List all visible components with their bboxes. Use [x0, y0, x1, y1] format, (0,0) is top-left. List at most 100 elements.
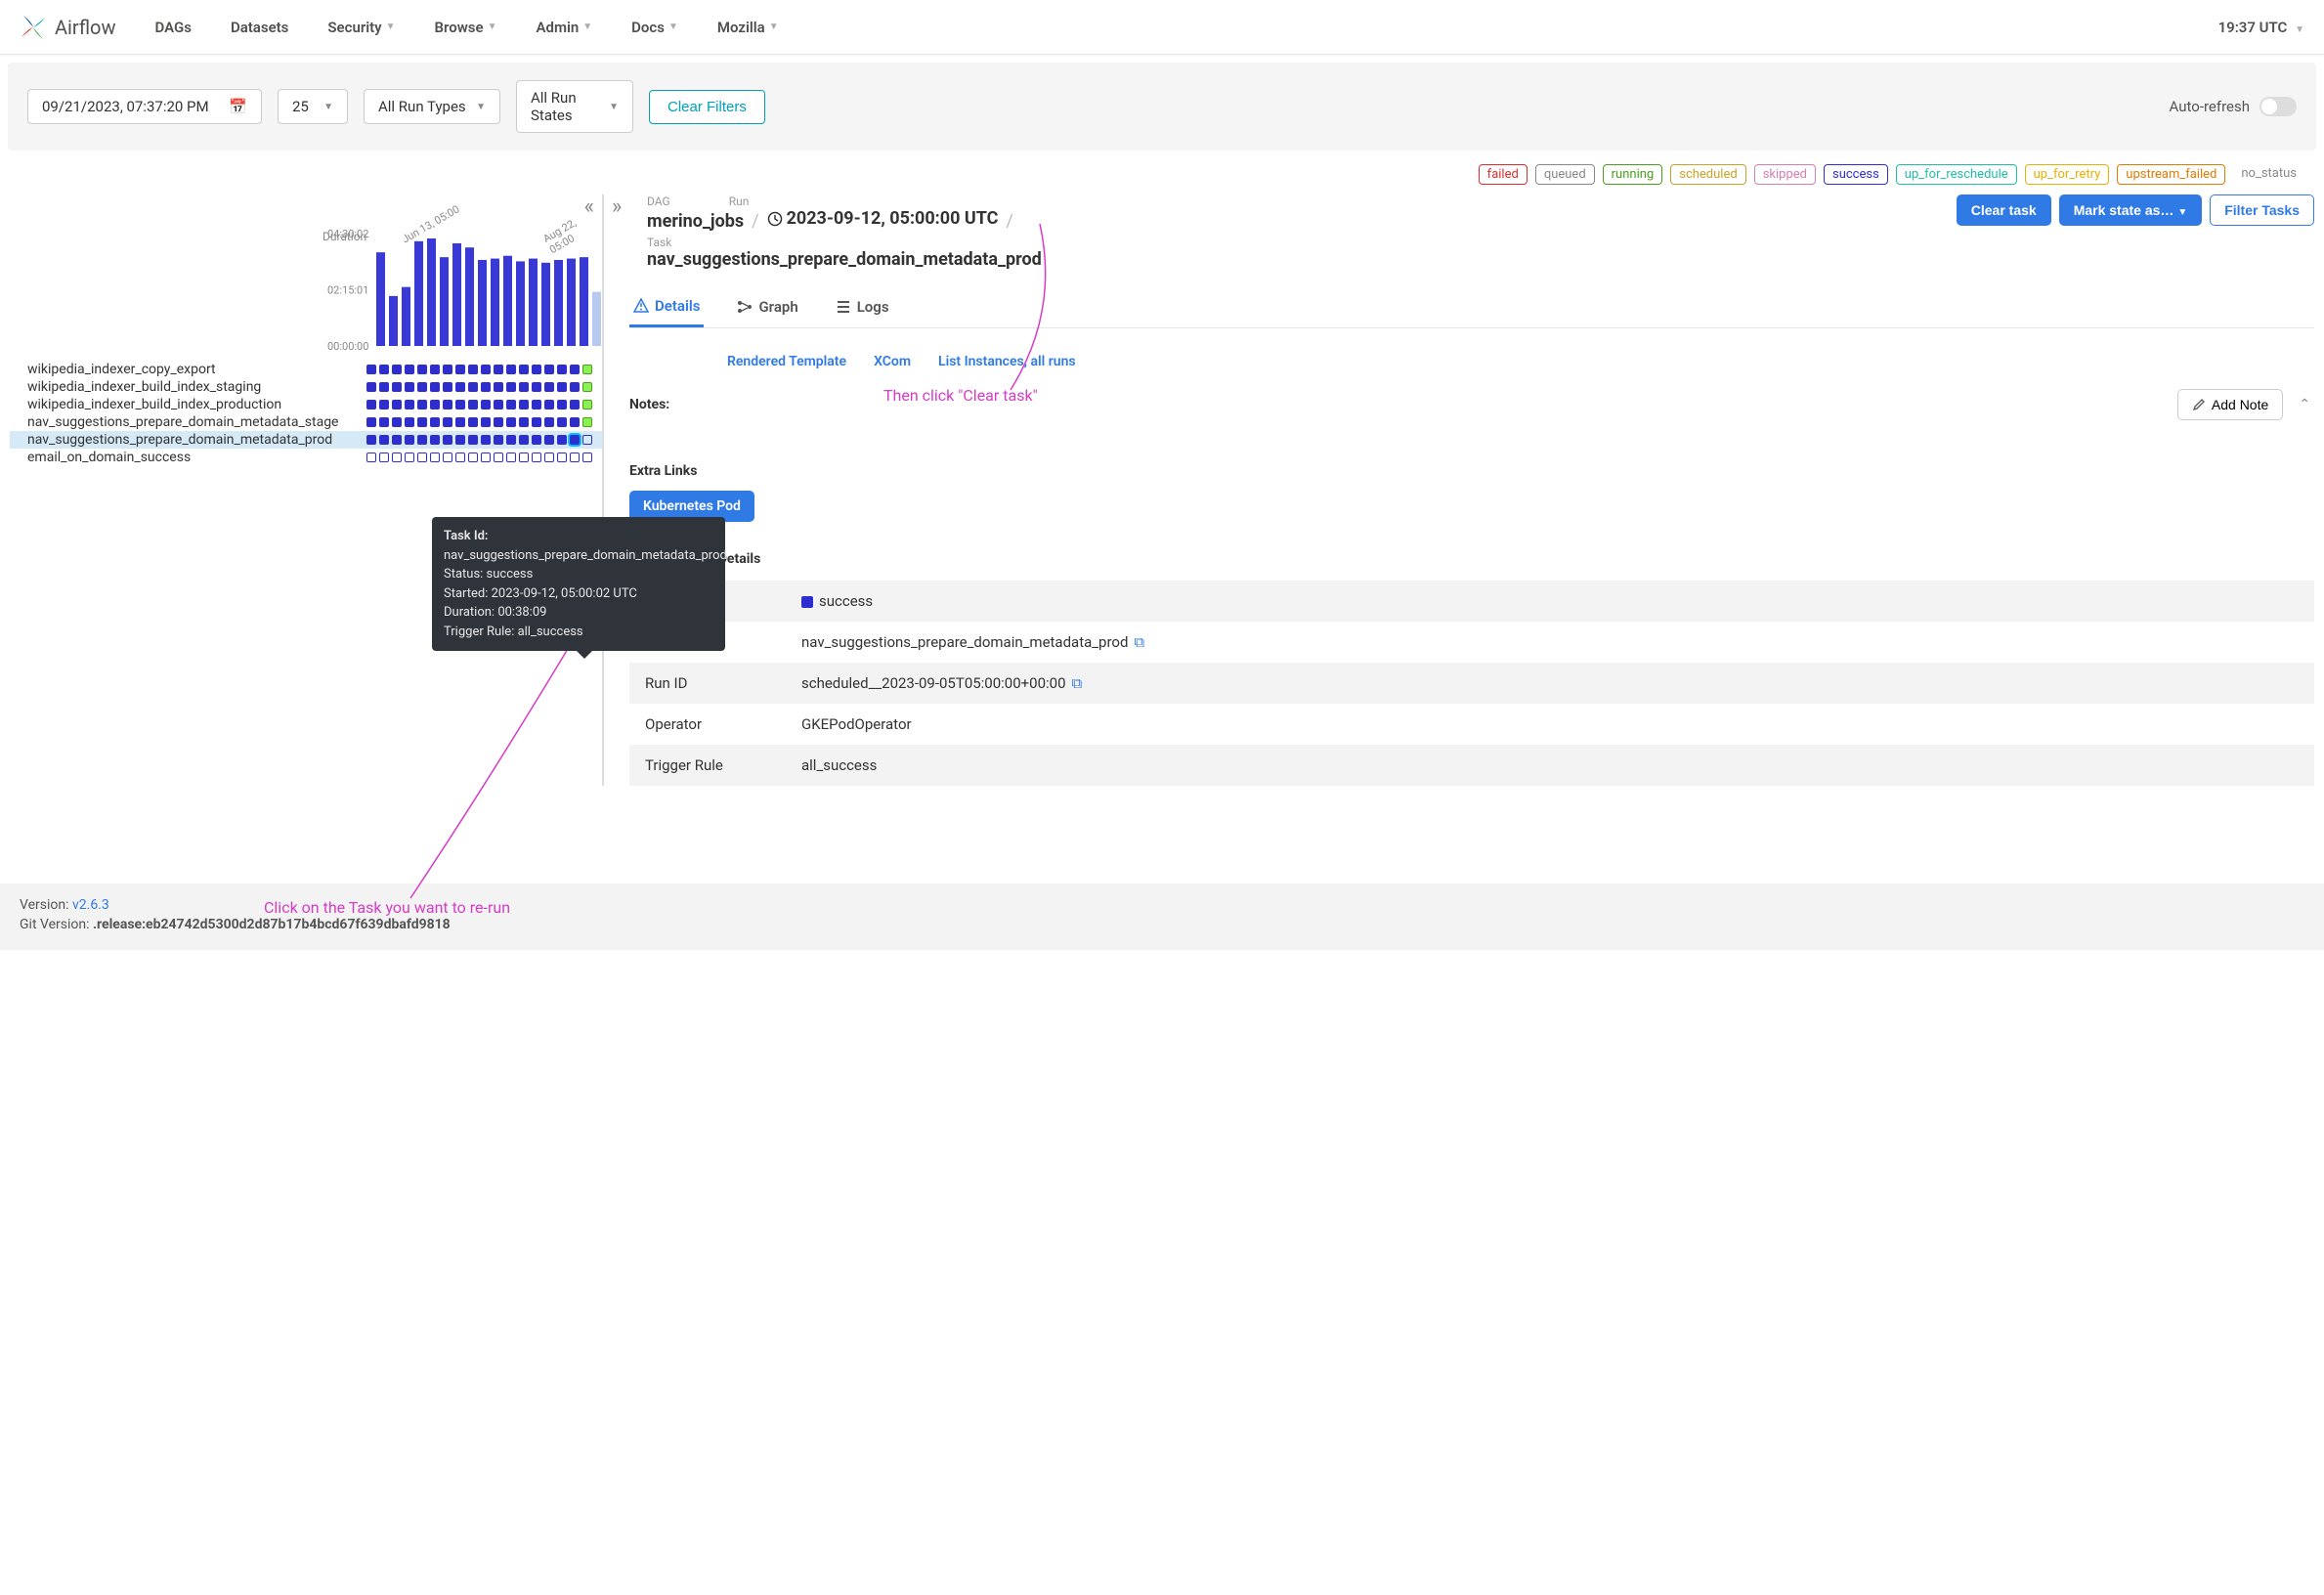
task-instance-cell[interactable] [379, 400, 389, 410]
task-instance-cell[interactable] [417, 365, 427, 374]
nav-dags[interactable]: DAGs [154, 19, 191, 36]
task-instance-cell[interactable] [468, 382, 478, 392]
task-instance-cell[interactable] [570, 382, 580, 392]
task-instance-cell[interactable] [582, 365, 592, 374]
task-instance-cell[interactable] [392, 365, 402, 374]
task-instance-cell[interactable] [519, 453, 529, 462]
task-instance-cell[interactable] [443, 382, 452, 392]
task-instance-cell[interactable] [532, 417, 541, 427]
nav-datasets[interactable]: Datasets [231, 19, 288, 36]
run-states-select[interactable]: All Run States ▼ [516, 80, 633, 133]
task-row[interactable]: wikipedia_indexer_build_index_staging [10, 378, 602, 396]
task-instance-cell[interactable] [417, 400, 427, 410]
task-instance-cell[interactable] [443, 400, 452, 410]
copy-icon[interactable]: ⧉ [1072, 674, 1083, 692]
run-types-select[interactable]: All Run Types ▼ [364, 89, 500, 124]
task-instance-cell[interactable] [455, 400, 465, 410]
task-instance-cell[interactable] [570, 400, 580, 410]
legend-scheduled[interactable]: scheduled [1670, 164, 1745, 185]
legend-success[interactable]: success [1824, 164, 1888, 185]
task-instance-cell[interactable] [506, 365, 516, 374]
task-instance-cell[interactable] [481, 365, 491, 374]
task-instance-cell[interactable] [557, 417, 567, 427]
task-instance-cell[interactable] [405, 382, 414, 392]
task-instance-cell[interactable] [519, 417, 529, 427]
task-instance-cell[interactable] [379, 435, 389, 445]
task-instance-cell[interactable] [366, 417, 376, 427]
task-instance-cell[interactable] [532, 400, 541, 410]
task-instance-cell[interactable] [506, 382, 516, 392]
task-instance-cell[interactable] [468, 417, 478, 427]
task-instance-cell[interactable] [405, 453, 414, 462]
task-row[interactable]: wikipedia_indexer_build_index_production [10, 396, 602, 413]
task-instance-cell[interactable] [392, 400, 402, 410]
task-instance-cell[interactable] [379, 365, 389, 374]
task-instance-cell[interactable] [468, 435, 478, 445]
nav-admin[interactable]: Admin [536, 19, 592, 36]
tab-graph[interactable]: Graph [733, 289, 801, 327]
task-instance-cell[interactable] [582, 453, 592, 462]
task-instance-cell[interactable] [519, 400, 529, 410]
task-instance-cell[interactable] [557, 400, 567, 410]
task-instance-cell[interactable] [582, 400, 592, 410]
task-instance-cell[interactable] [557, 382, 567, 392]
copy-icon[interactable]: ⧉ [1134, 633, 1144, 651]
duration-bar[interactable] [592, 292, 601, 346]
task-instance-cell[interactable] [494, 453, 503, 462]
task-instance-cell[interactable] [468, 400, 478, 410]
legend-failed[interactable]: failed [1479, 164, 1528, 185]
task-instance-cell[interactable] [557, 365, 567, 374]
task-instance-cell[interactable] [494, 400, 503, 410]
nav-browse[interactable]: Browse [435, 19, 497, 36]
airflow-logo[interactable]: Airflow [20, 14, 115, 41]
task-instance-cell[interactable] [519, 435, 529, 445]
duration-bar[interactable] [465, 247, 474, 346]
duration-bar[interactable] [541, 263, 550, 346]
task-instance-cell[interactable] [494, 435, 503, 445]
task-instance-cell[interactable] [430, 417, 440, 427]
duration-bar[interactable] [440, 257, 449, 346]
task-instance-cell[interactable] [481, 417, 491, 427]
auto-refresh-toggle[interactable] [2259, 97, 2297, 116]
duration-bars[interactable]: 04:30:0202:15:0100:00:00 [20, 224, 606, 351]
page-size-select[interactable]: 25 ▼ [278, 89, 348, 124]
task-instance-cell[interactable] [379, 382, 389, 392]
task-instance-cell[interactable] [417, 382, 427, 392]
task-instance-cell[interactable] [544, 365, 554, 374]
legend-upstream_failed[interactable]: upstream_failed [2117, 164, 2225, 185]
duration-bar[interactable] [516, 261, 525, 346]
duration-bar[interactable] [452, 243, 461, 346]
duration-bar[interactable] [491, 259, 499, 346]
task-instance-cell[interactable] [557, 453, 567, 462]
task-instance-cell[interactable] [532, 453, 541, 462]
task-instance-cell[interactable] [430, 382, 440, 392]
duration-bar[interactable] [402, 287, 410, 346]
task-instance-cell[interactable] [366, 435, 376, 445]
task-instance-cell[interactable] [379, 417, 389, 427]
task-instance-cell[interactable] [455, 365, 465, 374]
task-instance-cell[interactable] [379, 453, 389, 462]
task-instance-cell[interactable] [443, 453, 452, 462]
clock[interactable]: 19:37 UTC [2218, 19, 2304, 36]
breadcrumb-dag[interactable]: merino_jobs [647, 211, 744, 232]
task-instance-cell[interactable] [506, 400, 516, 410]
task-instance-cell[interactable] [417, 417, 427, 427]
task-instance-cell[interactable] [544, 435, 554, 445]
task-instance-cell[interactable] [455, 435, 465, 445]
task-instance-cell[interactable] [405, 365, 414, 374]
duration-bar[interactable] [529, 259, 538, 346]
duration-bar[interactable] [580, 257, 588, 346]
task-instance-cell[interactable] [582, 417, 592, 427]
task-instance-cell[interactable] [519, 365, 529, 374]
task-instance-cell[interactable] [494, 382, 503, 392]
nav-docs[interactable]: Docs [631, 19, 678, 36]
notes-collapse-icon[interactable]: ⌃ [2299, 397, 2310, 412]
task-instance-cell[interactable] [570, 365, 580, 374]
subtab-list-instances[interactable]: List Instances, all runs [938, 354, 1076, 369]
subtab-rendered-template[interactable]: Rendered Template [727, 354, 846, 369]
task-instance-cell[interactable] [494, 365, 503, 374]
legend-running[interactable]: running [1603, 164, 1663, 185]
task-instance-cell[interactable] [544, 400, 554, 410]
task-instance-cell[interactable] [481, 382, 491, 392]
task-instance-cell[interactable] [532, 365, 541, 374]
